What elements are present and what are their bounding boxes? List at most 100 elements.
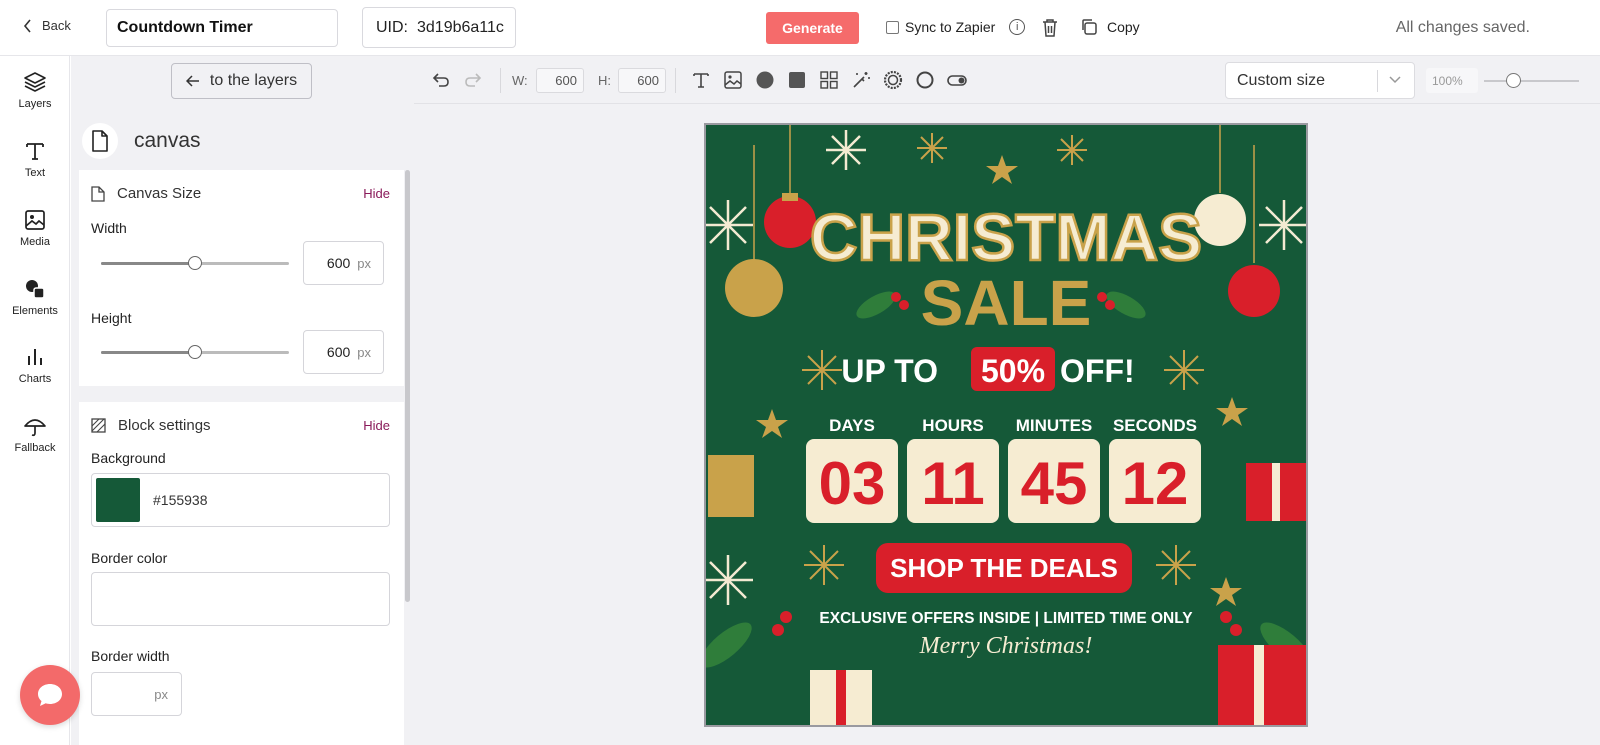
rail-label: Fallback	[14, 442, 56, 454]
background-color-value: #155938	[153, 492, 208, 508]
background-color-field[interactable]: #155938	[91, 473, 390, 527]
gift-icon	[708, 455, 754, 517]
countdown-unit-hours: HOURS	[922, 416, 983, 435]
canvas-size-header: Canvas Size	[91, 185, 201, 202]
size-select-value: Custom size	[1237, 71, 1326, 89]
design-canvas[interactable]: CHRISTMAS SALE UP TO 50% OFF! DAYS HOURS…	[704, 123, 1308, 727]
width-input[interactable]: 600 px	[303, 241, 384, 285]
border-color-label: Border color	[91, 550, 168, 566]
layers-icon	[24, 72, 46, 92]
border-width-input[interactable]: px	[91, 672, 182, 716]
width-value: 600	[326, 255, 351, 271]
select-divider	[1377, 70, 1378, 92]
rail-item-layers[interactable]: Layers	[0, 70, 70, 110]
height-input[interactable]: 600 px	[303, 330, 384, 374]
uid-field[interactable]: UID: 3d19b6a11c	[362, 7, 516, 48]
rail-label: Elements	[12, 305, 58, 317]
image-tool-icon[interactable]	[723, 70, 743, 90]
uid-label: UID:	[376, 18, 408, 36]
text-tool-icon[interactable]	[691, 70, 711, 90]
shop-deals-label: SHOP THE DEALS	[890, 553, 1118, 583]
grid-tool-icon[interactable]	[819, 70, 839, 90]
circle-outline-icon[interactable]	[915, 70, 935, 90]
width-short-label: W:	[512, 73, 528, 88]
copy-button[interactable]: Copy	[1080, 18, 1140, 36]
height-short-label: H:	[598, 73, 611, 88]
back-button[interactable]: Back	[22, 18, 71, 33]
hide-canvas-size-link[interactable]: Hide	[363, 186, 390, 201]
offer-percent: 50%	[981, 353, 1045, 389]
headline-sale: SALE	[921, 267, 1092, 339]
to-layers-button[interactable]: to the layers	[171, 63, 312, 99]
sync-label: Sync to Zapier	[905, 19, 996, 35]
ornament-icon	[725, 259, 783, 317]
color-swatch[interactable]	[96, 478, 140, 522]
generate-button[interactable]: Generate	[766, 12, 859, 44]
canvas-size-card: Canvas Size Hide Width 600 px Height 600…	[79, 170, 404, 386]
uid-value: 3d19b6a11c	[417, 18, 504, 36]
template-title-input[interactable]	[106, 9, 338, 47]
rail-item-charts[interactable]: Charts	[0, 345, 70, 385]
chevron-left-icon	[23, 18, 31, 33]
block-settings-card: Block settings Hide Background #155938 B…	[79, 402, 404, 745]
offer-prefix: UP TO	[841, 353, 938, 389]
greeting: Merry Christmas!	[919, 633, 1093, 659]
tool-rail: Layers Text Media Elements Charts Fallba…	[0, 56, 70, 745]
zoom-slider[interactable]	[1484, 80, 1579, 82]
save-status: All changes saved.	[1395, 19, 1530, 36]
rail-item-media[interactable]: Media	[0, 208, 70, 248]
hatch-icon	[91, 418, 106, 433]
circle-tool-icon[interactable]	[755, 70, 775, 90]
chat-button[interactable]	[20, 665, 80, 725]
tagline: EXCLUSIVE OFFERS INSIDE | LIMITED TIME O…	[819, 610, 1193, 627]
undo-icon[interactable]	[431, 70, 451, 90]
width-slider[interactable]	[101, 256, 289, 270]
rail-item-text[interactable]: Text	[0, 139, 70, 179]
toolbar-width-input[interactable]: 600	[536, 68, 584, 93]
trash-icon[interactable]	[1041, 18, 1059, 38]
sync-zapier-toggle[interactable]: Sync to Zapier i	[886, 19, 1026, 35]
countdown-unit-seconds: SECONDS	[1113, 416, 1197, 435]
sync-checkbox[interactable]	[886, 20, 899, 34]
rail-label: Media	[20, 236, 50, 248]
christmas-sale-banner[interactable]: CHRISTMAS SALE UP TO 50% OFF! DAYS HOURS…	[706, 125, 1306, 725]
height-unit: px	[357, 344, 371, 360]
toolbar-divider	[500, 68, 501, 93]
canvas-size-select[interactable]: Custom size	[1225, 62, 1415, 99]
toggle-tool-icon[interactable]	[947, 70, 967, 90]
rail-label: Layers	[18, 98, 52, 110]
redo-icon[interactable]	[463, 70, 483, 90]
section-header: canvas	[82, 123, 201, 159]
bar-chart-icon	[28, 349, 42, 365]
zoom-value[interactable]: 100%	[1426, 68, 1478, 93]
rail-item-elements[interactable]: Elements	[0, 277, 70, 317]
countdown-days-value: 03	[819, 450, 886, 517]
arrow-left-icon	[185, 75, 199, 87]
rail-item-fallback[interactable]: Fallback	[0, 414, 70, 454]
height-slider[interactable]	[101, 345, 289, 359]
toolbar-height-input[interactable]: 600	[618, 68, 666, 93]
width-slider-handle[interactable]	[188, 256, 202, 270]
rail-label: Text	[24, 167, 46, 179]
height-slider-handle[interactable]	[188, 345, 202, 359]
copy-label: Copy	[1107, 19, 1140, 35]
umbrella-icon	[24, 419, 46, 437]
editor-toolbar: W: 600 H: 600 Custom size 100%	[414, 56, 1600, 104]
magic-wand-icon[interactable]	[851, 70, 871, 90]
shapes-icon	[26, 280, 45, 299]
info-icon[interactable]: i	[1009, 19, 1026, 35]
square-tool-icon[interactable]	[787, 70, 807, 90]
width-slider-fill	[101, 262, 195, 265]
copy-icon	[1082, 19, 1097, 35]
border-width-unit: px	[154, 686, 168, 702]
ring-tool-icon[interactable]	[883, 70, 903, 90]
countdown-hours-value: 11	[921, 450, 984, 517]
countdown-minutes-value: 45	[1021, 450, 1088, 517]
offer-suffix: OFF!	[1060, 353, 1135, 389]
rail-label: Charts	[18, 373, 52, 385]
panel-scrollbar[interactable]	[405, 170, 410, 602]
border-color-field[interactable]	[91, 572, 390, 626]
hide-block-settings-link[interactable]: Hide	[363, 418, 390, 433]
countdown-unit-minutes: MINUTES	[1016, 416, 1093, 435]
zoom-slider-handle[interactable]	[1505, 73, 1521, 88]
